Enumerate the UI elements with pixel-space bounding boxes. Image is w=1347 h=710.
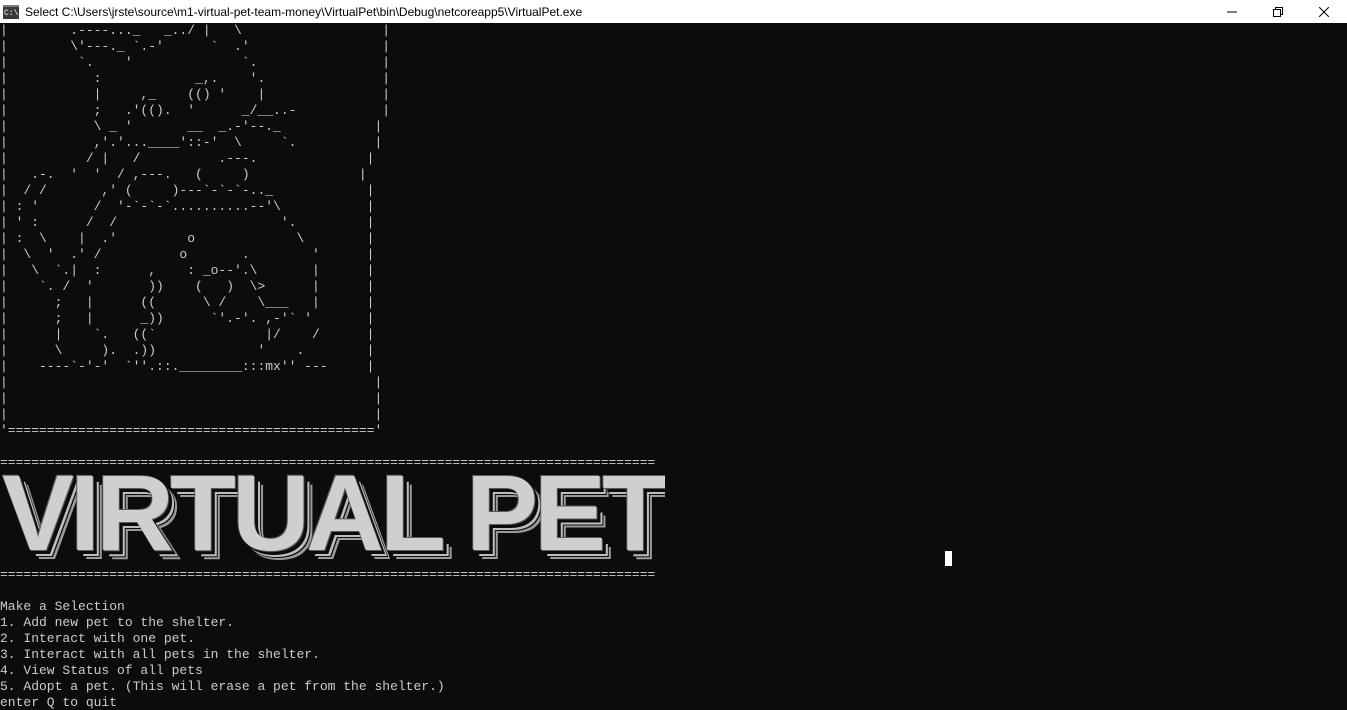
menu-option-interact-all: 3. Interact with all pets in the shelter…	[0, 647, 320, 662]
text-cursor	[945, 551, 952, 566]
window-title: Select C:\Users\jrste\source\m1-virtual-…	[25, 4, 583, 19]
quit-prompt: enter Q to quit	[0, 695, 118, 710]
pet-ascii-art: | .----..._ _../ | \ | | \'---._ `.-' ` …	[0, 23, 391, 438]
minimize-button[interactable]	[1209, 0, 1255, 23]
menu-option-add-pet: 1. Add new pet to the shelter.	[0, 615, 235, 630]
menu-heading: Make a Selection	[0, 599, 125, 614]
console-app-icon[interactable]: C:\	[3, 4, 19, 19]
close-button[interactable]	[1301, 0, 1347, 23]
restore-icon	[1273, 6, 1283, 17]
banner-title: VIRTUAL PET	[2, 463, 665, 563]
menu-option-interact-one: 2. Interact with one pet.	[0, 631, 196, 646]
title-bar[interactable]: C:\ Select C:\Users\jrste\source\m1-virt…	[0, 0, 1347, 23]
console-output[interactable]: | .----..._ _../ | \ | | \'---._ `.-' ` …	[0, 23, 1347, 710]
console-window: C:\ Select C:\Users\jrste\source\m1-virt…	[0, 0, 1347, 710]
minimize-icon	[1227, 11, 1237, 12]
banner-rule-bottom: ========================================…	[0, 567, 656, 582]
restore-button[interactable]	[1255, 0, 1301, 23]
banner: VIRTUAL PET	[0, 463, 665, 563]
menu-option-adopt: 5. Adopt a pet. (This will erase a pet f…	[0, 679, 445, 694]
main-menu: Make a Selection 1. Add new pet to the s…	[0, 599, 445, 710]
menu-option-view-status: 4. View Status of all pets	[0, 663, 203, 678]
window-controls	[1209, 0, 1347, 23]
close-icon	[1319, 6, 1329, 17]
